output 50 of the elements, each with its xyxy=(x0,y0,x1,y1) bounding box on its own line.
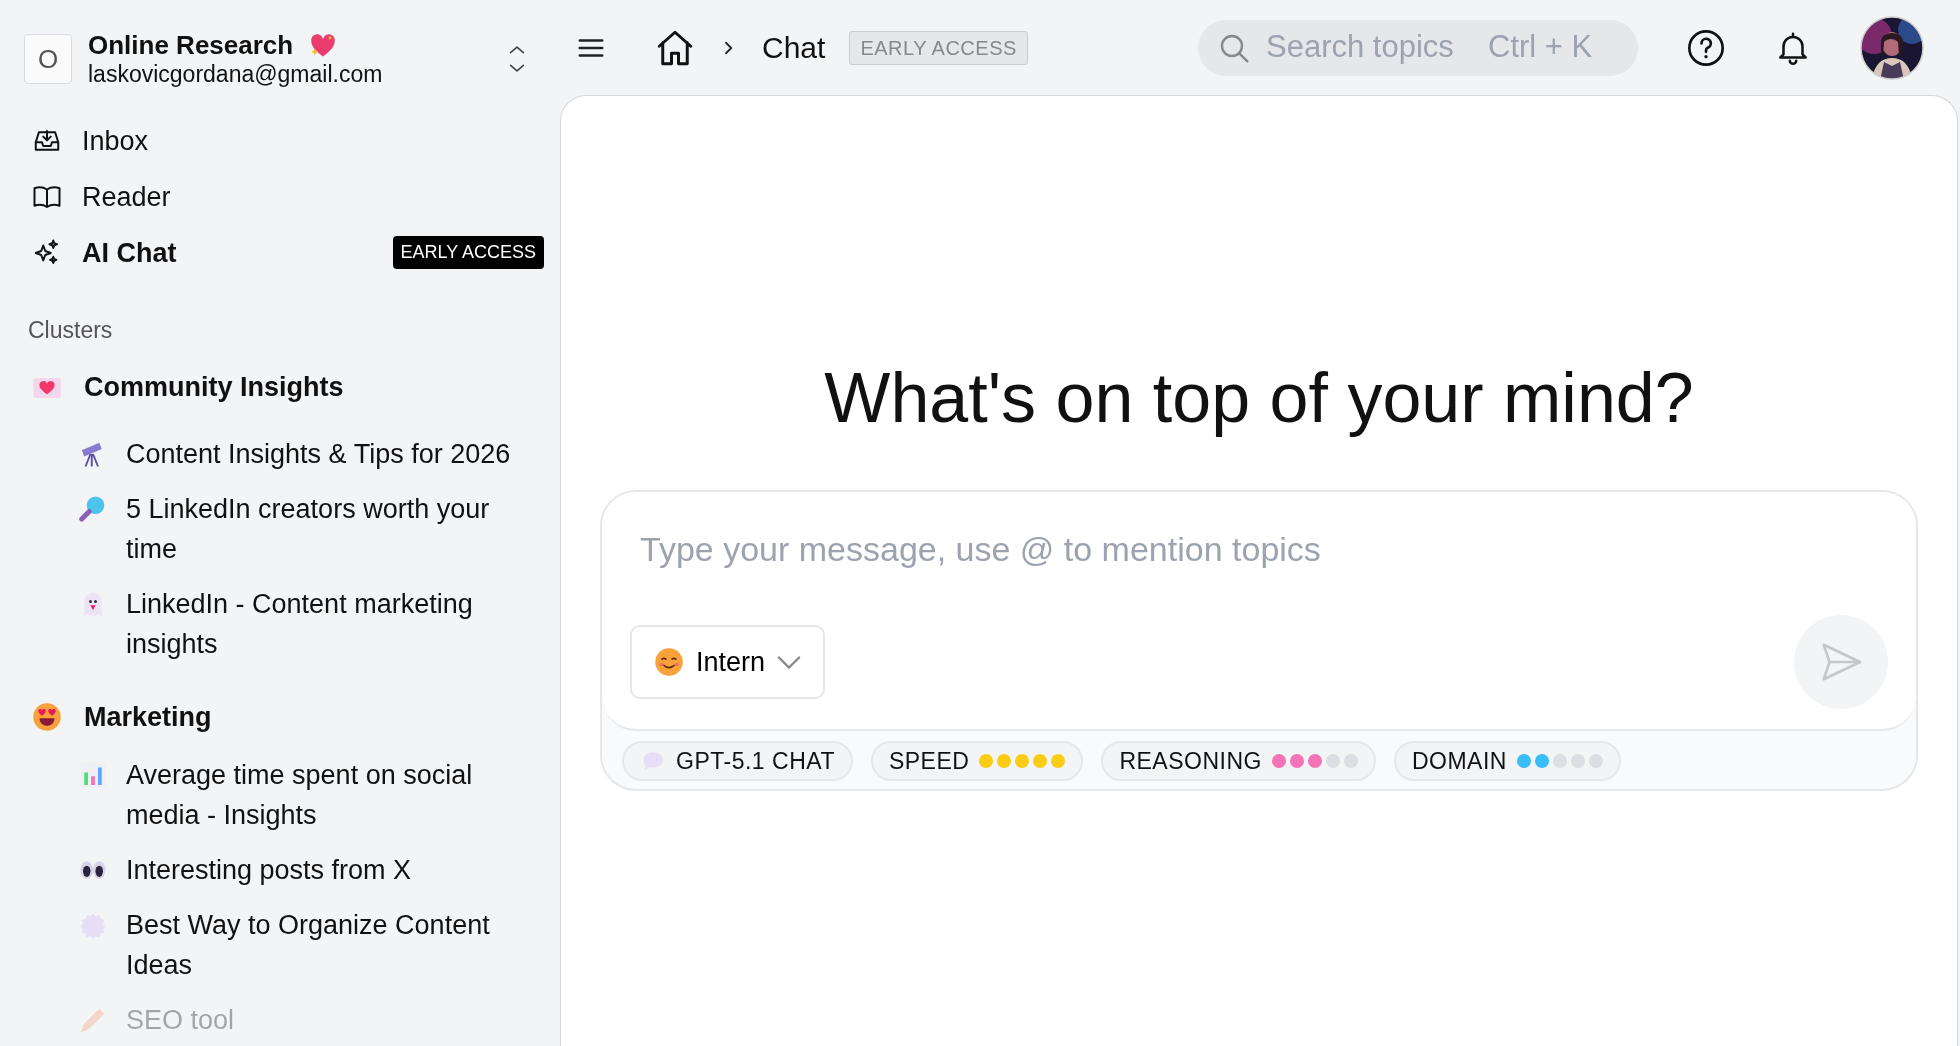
topic-item[interactable]: Best Way to Organize Content Ideas xyxy=(24,897,544,993)
model-name: GPT-5.1 CHAT xyxy=(676,746,835,776)
chevron-down-icon xyxy=(777,655,802,669)
nav-item[interactable]: Reader xyxy=(24,168,544,225)
meter-label: SPEED xyxy=(888,746,970,776)
topic-title: Content Insights & Tips for 2026 xyxy=(126,437,511,471)
chat-heading: What's on top of your mind? xyxy=(824,358,1694,439)
topic-title: LinkedIn - Content marketing insights xyxy=(126,587,474,661)
rating-dot xyxy=(1307,754,1322,768)
workspace-name: Online Research xyxy=(88,30,294,62)
meter-label: DOMAIN xyxy=(1411,746,1507,776)
early-access-badge: EARLY ACCESS xyxy=(392,236,544,270)
rating-dot xyxy=(1534,754,1549,768)
help-icon xyxy=(1686,27,1726,68)
nav-label: AI Chat xyxy=(82,236,177,270)
help-button[interactable] xyxy=(1686,27,1726,68)
cluster-name: Community Insights xyxy=(84,371,344,405)
rating-dot xyxy=(997,754,1012,768)
topic-item[interactable]: Content Insights & Tips for 2026 xyxy=(24,425,544,481)
nav-item[interactable]: AI Chat EARLY ACCESS xyxy=(24,224,544,281)
topic-title: Interesting posts from X xyxy=(126,854,412,888)
nav-item[interactable]: Inbox xyxy=(24,112,544,169)
nav-label: Inbox xyxy=(82,124,149,158)
nav-label: Reader xyxy=(82,180,171,214)
breadcrumb-page: Chat xyxy=(762,30,826,66)
rating-dot xyxy=(1051,754,1066,768)
rating-dot xyxy=(1289,754,1304,768)
topic-title: 5 LinkedIn creators worth your time xyxy=(126,492,491,566)
topic-item[interactable]: LinkedIn - Content marketing insights xyxy=(24,575,544,671)
section-heading: Clusters xyxy=(28,315,114,345)
meter-label: REASONING xyxy=(1119,746,1262,776)
heart-eyes-emoji-icon xyxy=(32,702,62,733)
topic-item[interactable]: 5 LinkedIn creators worth your time xyxy=(24,480,544,576)
persona-dropdown[interactable]: Intern xyxy=(630,625,826,699)
rating-dot xyxy=(1033,754,1048,768)
rating-dot xyxy=(1015,754,1030,768)
workspace-email: laskovicgordana@gmail.com xyxy=(88,61,383,89)
cluster-name: Marketing xyxy=(84,700,212,734)
keyboard-shortcut: Ctrl + K xyxy=(1488,28,1593,67)
topic-item[interactable]: Average time spent on social media - Insights xyxy=(24,747,544,843)
search-input[interactable]: Search topics xyxy=(1264,23,1474,72)
cluster-title[interactable]: Marketing xyxy=(24,686,544,748)
workspace-logo: O xyxy=(24,34,72,85)
topic-item[interactable]: Interesting posts from X xyxy=(24,842,544,898)
topic-title: Best Way to Organize Content Ideas xyxy=(126,909,491,983)
topic-title: SEO tool xyxy=(126,1004,235,1038)
topic-title: Average time spent on social media - Insights xyxy=(126,759,474,833)
early-access-badge: EARLY ACCESS xyxy=(849,30,1028,65)
smiling-emoji-icon xyxy=(654,647,684,677)
cluster-title[interactable]: Community Insights xyxy=(24,357,544,418)
